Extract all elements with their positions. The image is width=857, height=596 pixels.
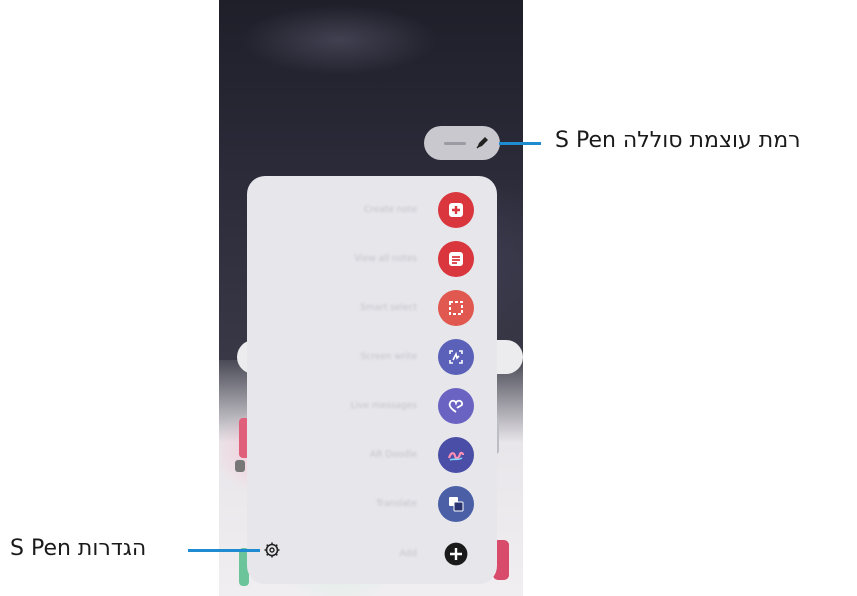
callout-line-battery <box>499 142 541 145</box>
callout-label-settings: הגדרות S Pen <box>10 536 147 561</box>
callout-label-battery: רמת עוצמת סוללה S Pen <box>555 128 801 153</box>
menu-item-smart-select[interactable]: Smart select <box>247 282 497 334</box>
settings-gear-icon[interactable] <box>263 541 281 559</box>
smart-select-icon <box>438 290 474 326</box>
view-notes-icon <box>438 241 474 277</box>
battery-level-indicator <box>444 142 466 145</box>
battery-level-pill[interactable] <box>424 126 500 160</box>
ar-doodle-icon <box>438 437 474 473</box>
add-icon <box>438 536 474 572</box>
menu-item-label: View all notes <box>354 254 417 264</box>
menu-item-view-notes[interactable]: View all notes <box>247 233 497 285</box>
phone-screen: Create note View all notes Smart select … <box>219 0 523 596</box>
pen-icon <box>476 137 488 149</box>
create-note-icon <box>438 192 474 228</box>
menu-item-label: Live messages <box>350 401 417 411</box>
menu-item-ar-doodle[interactable]: AR Doodle <box>247 429 497 481</box>
menu-item-translate[interactable]: Translate <box>247 478 497 530</box>
callout-line-settings <box>188 549 260 552</box>
menu-item-label: Smart select <box>360 303 417 313</box>
translate-icon <box>438 486 474 522</box>
menu-item-label: AR Doodle <box>370 450 417 460</box>
menu-item-label: Translate <box>376 499 417 509</box>
menu-item-screen-write[interactable]: Screen write <box>247 331 497 383</box>
background-app-edge <box>235 460 245 472</box>
screen-write-icon <box>438 339 474 375</box>
live-messages-icon <box>438 388 474 424</box>
air-command-panel: Create note View all notes Smart select … <box>247 176 497 584</box>
menu-item-create-note[interactable]: Create note <box>247 184 497 236</box>
menu-item-label: Add <box>399 549 417 559</box>
menu-item-add[interactable]: Add <box>247 528 497 580</box>
menu-item-live-messages[interactable]: Live messages <box>247 380 497 432</box>
menu-item-label: Screen write <box>360 352 417 362</box>
menu-item-label: Create note <box>363 205 417 215</box>
